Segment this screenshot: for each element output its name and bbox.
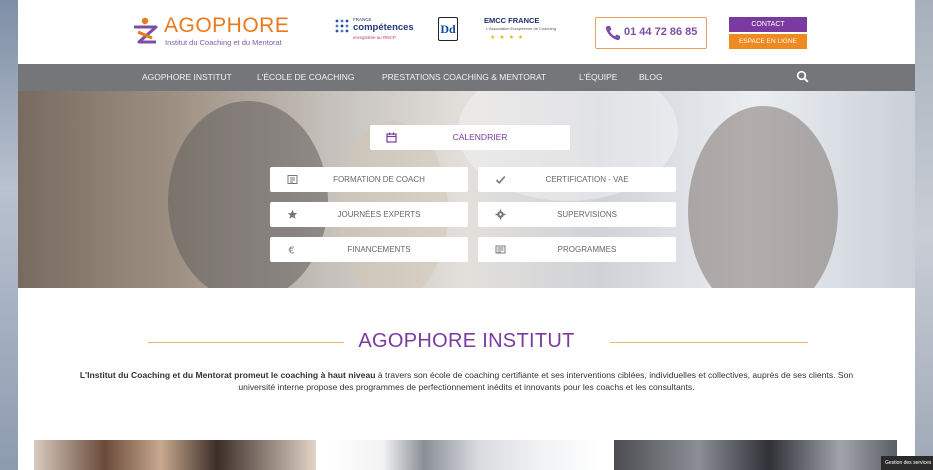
calendar-icon [386, 132, 397, 143]
logo-tagline: Institut du Coaching et du Mentorat [165, 38, 282, 47]
fc-big: compétences [353, 22, 414, 33]
contact-button[interactable]: CONTACT [729, 17, 807, 32]
espace-en-ligne-button[interactable]: ESPACE EN LIGNE [729, 34, 807, 49]
supervisions-label: SUPERVISIONS [557, 210, 617, 219]
card-image-1[interactable] [34, 440, 316, 470]
emcc-badge: EMCC FRANCE L'Association Européenne de … [484, 14, 556, 48]
background-right [915, 0, 933, 470]
fc-sub: enregistrée au RNCP [353, 35, 396, 40]
calendar-button[interactable]: CALENDRIER [370, 125, 570, 150]
star-icon [287, 209, 298, 219]
phone-number: 01 44 72 86 85 [624, 26, 698, 38]
france-competences-dots-icon [335, 19, 349, 33]
formation-de-coach-label: FORMATION DE COACH [333, 175, 425, 184]
datadock-badge: Dd [438, 17, 458, 41]
nav-item-ecole-de-coaching[interactable]: L'ÉCOLE DE COACHING [257, 64, 355, 91]
logo-mark-icon [134, 17, 158, 44]
page: AGOPHORE Institut du Coaching et du Ment… [18, 0, 915, 470]
journees-experts-label: JOURNÉES EXPERTS [337, 210, 421, 219]
financements-label: FINANCEMENTS [347, 245, 411, 254]
france-competences-badge: FRANCE compétences enregistrée au RNCP [334, 14, 414, 48]
main-nav: AGOPHORE INSTITUT L'ÉCOLE DE COACHING PR… [18, 64, 915, 91]
hero-banner: CALENDRIER FORMATION DE COACH CERTIFICAT… [18, 91, 915, 288]
programmes-button[interactable]: PROGRAMMES [478, 237, 676, 262]
nav-item-blog[interactable]: BLOG [639, 64, 663, 91]
calendar-label: CALENDRIER [452, 132, 508, 142]
card-image-3[interactable] [614, 440, 897, 470]
section-title-wrap: AGOPHORE INSTITUT [18, 330, 915, 356]
intro-text: L'Institut du Coaching et du Mentorat pr… [68, 369, 865, 393]
emcc-stars-icon: ★ ★ ★ ★ [490, 34, 525, 41]
intro-text-lead: L'Institut du Coaching et du Mentorat pr… [79, 370, 376, 380]
euro-icon: € [289, 246, 295, 256]
certification-vae-button[interactable]: CERTIFICATION - VAE [478, 167, 676, 192]
emcc-sub: L'Association Européenne de Coaching [486, 26, 556, 31]
document-icon [495, 245, 506, 254]
certification-vae-label: CERTIFICATION - VAE [545, 175, 629, 184]
cookie-manager-tab[interactable]: Gestion des services [881, 456, 933, 470]
site-header: AGOPHORE Institut du Coaching et du Ment… [18, 0, 915, 64]
programmes-label: PROGRAMMES [557, 245, 617, 254]
background-left [0, 0, 18, 470]
supervisions-button[interactable]: SUPERVISIONS [478, 202, 676, 227]
section-title: AGOPHORE INSTITUT [358, 330, 575, 352]
svg-text:€: € [289, 246, 295, 256]
phone-icon [605, 26, 620, 41]
emcc-title: EMCC FRANCE [484, 16, 540, 25]
gear-icon [495, 209, 506, 220]
financements-button[interactable]: € FINANCEMENTS [270, 237, 468, 262]
logo-name: AGOPHORE [164, 14, 290, 37]
nav-item-prestations[interactable]: PRESTATIONS COACHING & MENTORAT [382, 64, 546, 91]
search-icon[interactable] [796, 70, 809, 83]
list-icon [287, 175, 298, 184]
phone-box[interactable]: 01 44 72 86 85 [595, 17, 707, 49]
formation-de-coach-button[interactable]: FORMATION DE COACH [270, 167, 468, 192]
card-image-2[interactable] [328, 440, 602, 470]
journees-experts-button[interactable]: JOURNÉES EXPERTS [270, 202, 468, 227]
check-icon [495, 175, 506, 184]
nav-item-agophore-institut[interactable]: AGOPHORE INSTITUT [142, 64, 232, 91]
logo[interactable]: AGOPHORE Institut du Coaching et du Ment… [130, 14, 289, 50]
nav-item-equipe[interactable]: L'ÉQUIPE [579, 64, 617, 91]
